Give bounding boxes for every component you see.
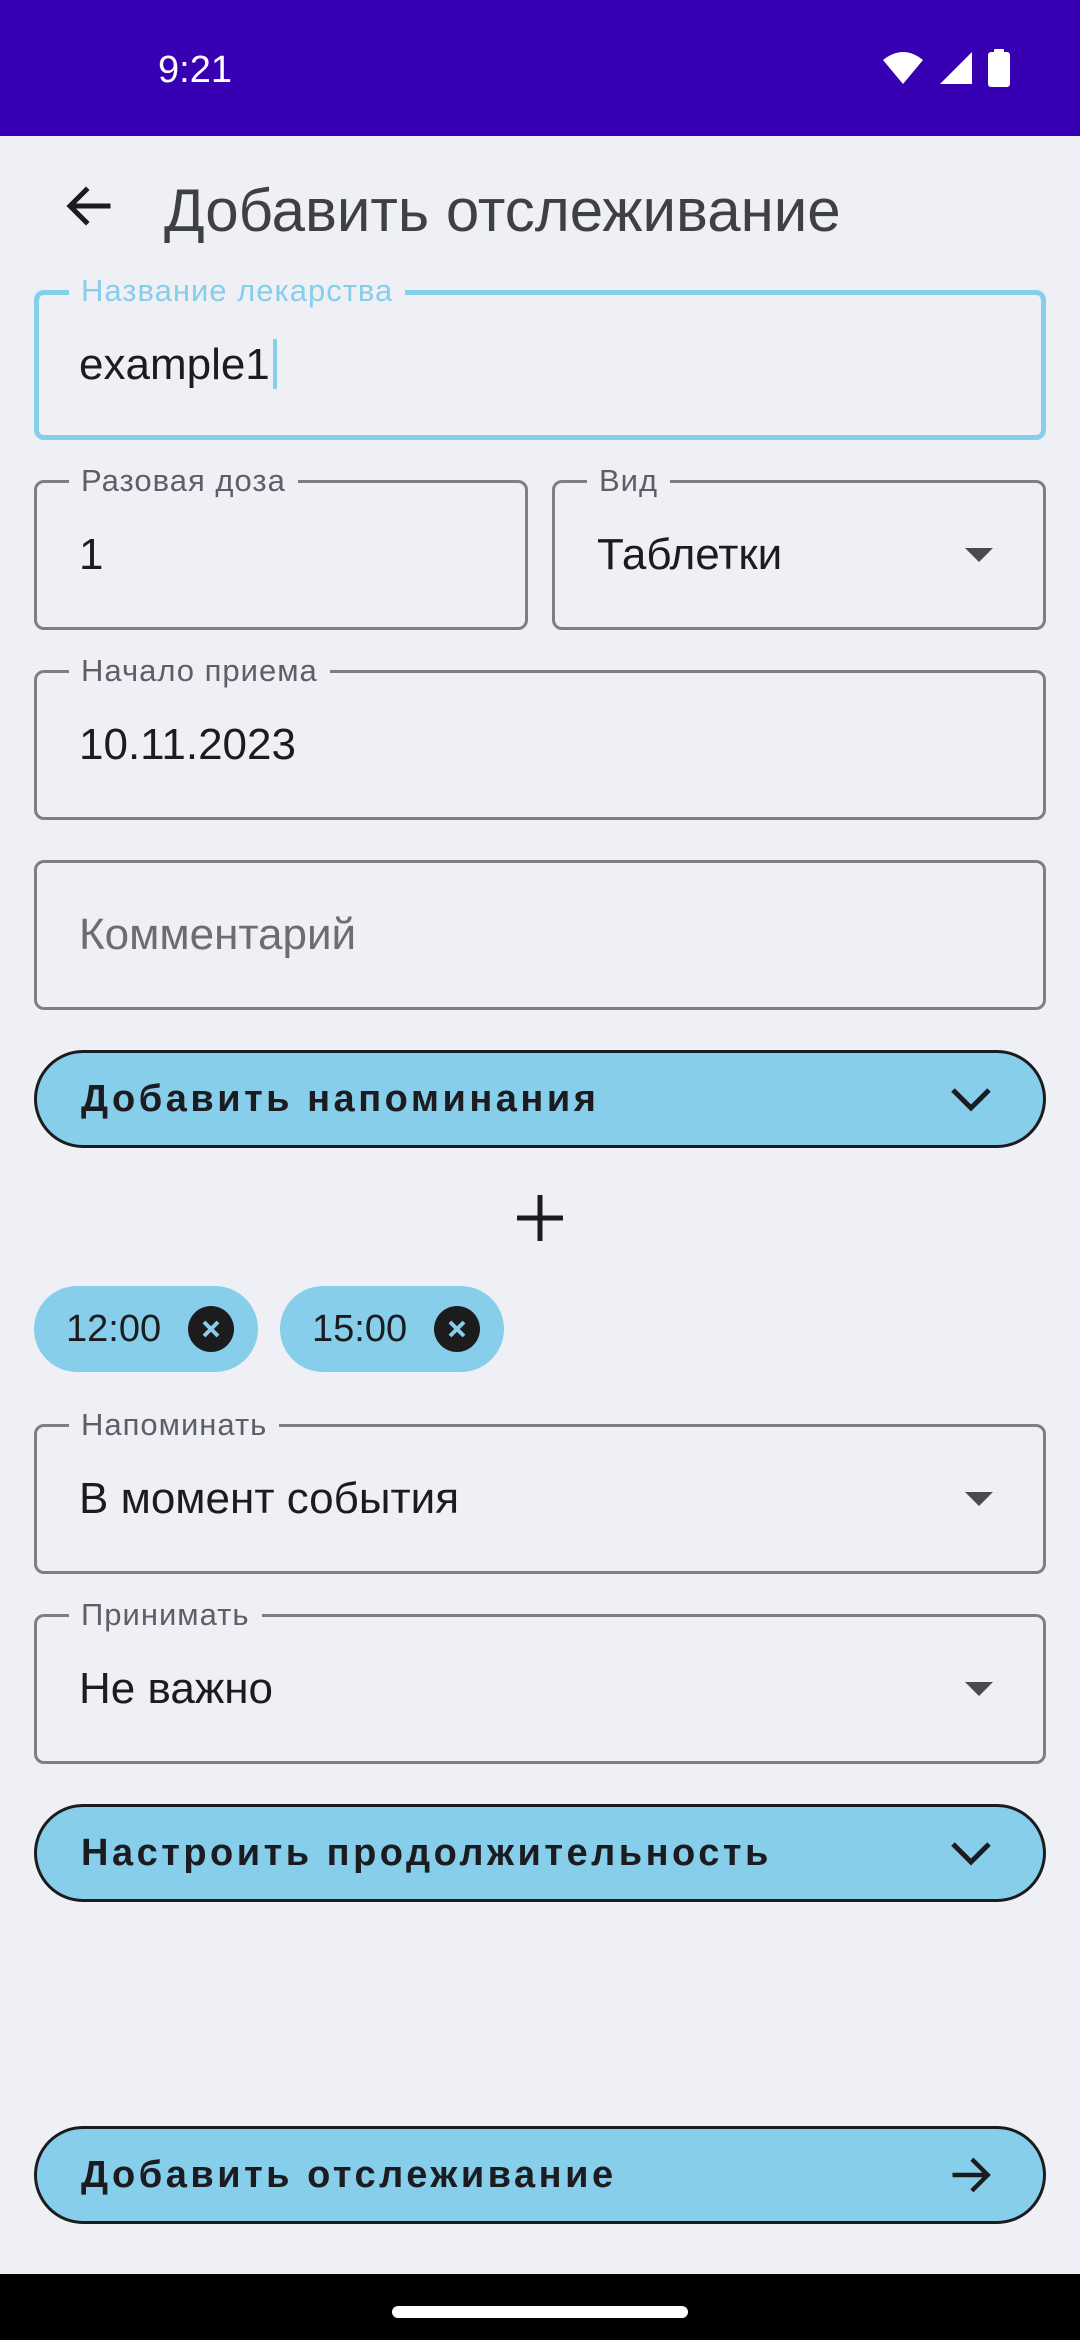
navigation-bar bbox=[0, 2274, 1080, 2340]
signal-icon bbox=[938, 50, 974, 91]
add-reminders-button[interactable]: Добавить напоминания bbox=[34, 1050, 1046, 1148]
comment-field[interactable]: Комментарий bbox=[34, 860, 1046, 1010]
reminder-chip[interactable]: 12:00 bbox=[34, 1286, 258, 1372]
dose-label: Разовая доза bbox=[69, 463, 298, 499]
status-icons bbox=[882, 48, 1010, 92]
remind-label: Напоминать bbox=[69, 1407, 280, 1443]
take-dropdown[interactable]: Принимать Не важно bbox=[34, 1597, 1046, 1764]
dropdown-arrow-icon bbox=[965, 1682, 993, 1696]
add-reminders-label: Добавить напоминания bbox=[81, 1078, 600, 1120]
status-bar: 9:21 bbox=[0, 0, 1080, 136]
dropdown-arrow-icon bbox=[965, 548, 993, 562]
kind-label: Вид bbox=[587, 463, 671, 499]
remind-value: В момент события bbox=[79, 1474, 460, 1523]
chevron-down-icon bbox=[949, 1831, 993, 1875]
add-tracking-label: Добавить отслеживание bbox=[81, 2154, 617, 2196]
cancel-icon[interactable] bbox=[188, 1306, 234, 1352]
add-tracking-button[interactable]: Добавить отслеживание bbox=[34, 2126, 1046, 2224]
screen: 9:21 Добавить отслеживание Название лека… bbox=[0, 0, 1080, 2340]
drug-name-label: Название лекарства bbox=[69, 273, 406, 309]
take-value: Не важно bbox=[79, 1664, 274, 1713]
kind-dropdown[interactable]: Вид Таблетки bbox=[552, 463, 1046, 630]
reminder-chip[interactable]: 15:00 bbox=[280, 1286, 504, 1372]
remind-dropdown[interactable]: Напоминать В момент события bbox=[34, 1407, 1046, 1574]
start-date-value: 10.11.2023 bbox=[79, 720, 296, 769]
configure-duration-button[interactable]: Настроить продолжительность bbox=[34, 1804, 1046, 1902]
wifi-icon bbox=[882, 50, 924, 91]
reminder-chip-time: 12:00 bbox=[66, 1308, 162, 1350]
plus-icon bbox=[515, 1193, 565, 1248]
kind-value: Таблетки bbox=[597, 530, 783, 579]
drug-name-value-wrap: example1 bbox=[79, 339, 277, 391]
reminder-chip-time: 15:00 bbox=[312, 1308, 408, 1350]
text-cursor bbox=[272, 339, 277, 390]
drug-name-field[interactable]: Название лекарства example1 bbox=[34, 273, 1046, 440]
chevron-down-icon bbox=[949, 1077, 993, 1121]
home-gesture-handle[interactable] bbox=[392, 2306, 688, 2318]
page-title: Добавить отслеживание bbox=[164, 177, 841, 244]
cancel-icon[interactable] bbox=[434, 1306, 480, 1352]
arrow-back-icon bbox=[62, 180, 114, 237]
start-date-label: Начало приема bbox=[69, 653, 330, 689]
dose-field[interactable]: Разовая доза 1 bbox=[34, 463, 528, 630]
add-reminder-button[interactable] bbox=[512, 1192, 568, 1248]
start-date-field[interactable]: Начало приема 10.11.2023 bbox=[34, 653, 1046, 820]
drug-name-value: example1 bbox=[79, 340, 270, 389]
back-button[interactable] bbox=[52, 172, 124, 244]
status-time: 9:21 bbox=[158, 49, 232, 91]
take-label: Принимать bbox=[69, 1597, 262, 1633]
battery-icon bbox=[988, 48, 1010, 92]
dropdown-arrow-icon bbox=[965, 1492, 993, 1506]
configure-duration-label: Настроить продолжительность bbox=[81, 1832, 772, 1874]
comment-placeholder: Комментарий bbox=[79, 910, 357, 959]
dose-value: 1 bbox=[79, 530, 104, 579]
arrow-forward-icon bbox=[949, 2153, 993, 2197]
